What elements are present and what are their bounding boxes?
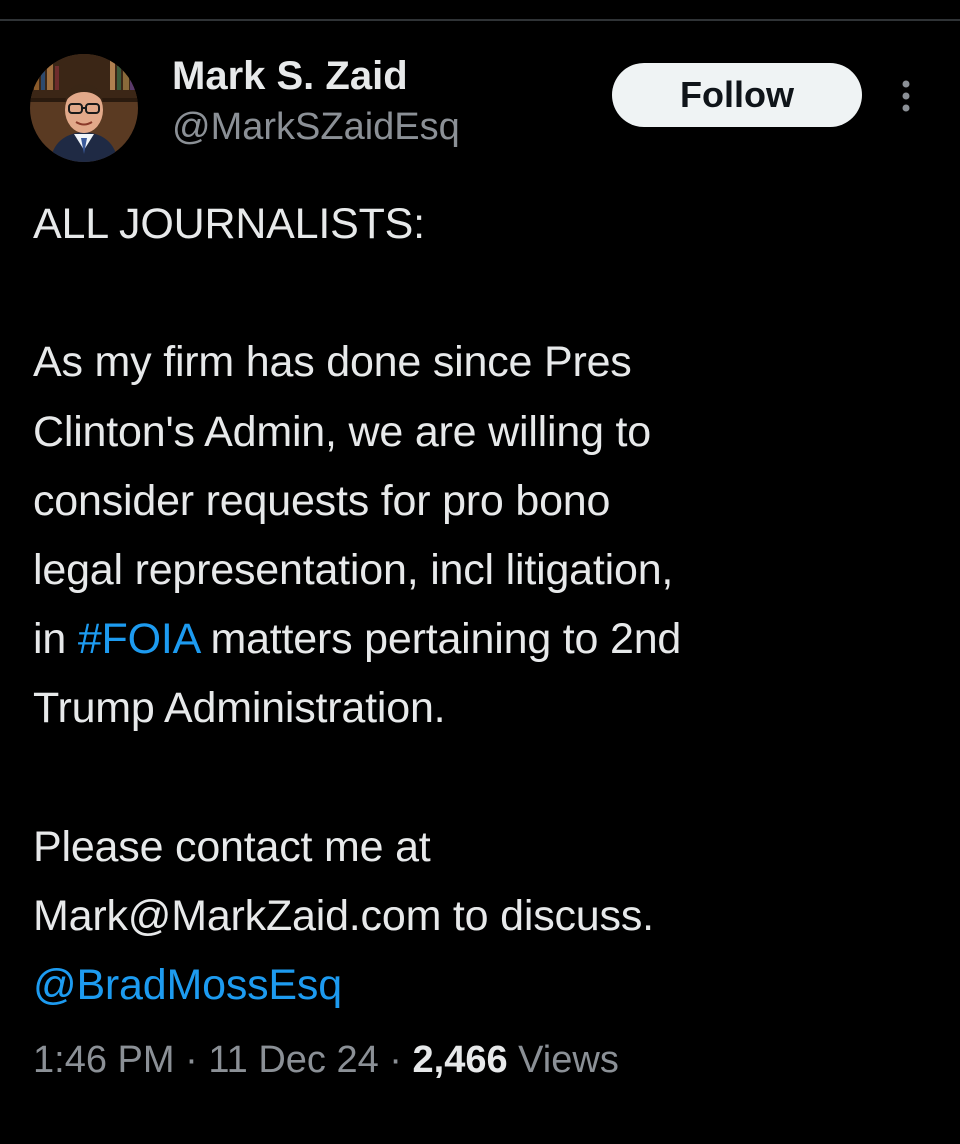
- views-count: 2,466: [412, 1039, 508, 1081]
- tweet-line: Mark@MarkZaid.com to discuss.: [33, 891, 654, 940]
- top-divider: [0, 19, 960, 21]
- views-label: Views: [507, 1039, 619, 1081]
- tweet-line: in #FOIA matters pertaining to 2nd: [33, 605, 938, 674]
- tweet-line: @BradMossEsq: [33, 951, 938, 1020]
- meta-separator: ·: [174, 1039, 209, 1081]
- tweet-text: ALL JOURNALISTS: As my firm has done sin…: [33, 190, 938, 1020]
- tweet-line: consider requests for pro bono: [33, 476, 611, 525]
- tweet-line: legal representation, incl litigation,: [33, 545, 674, 594]
- tweet-line: Trump Administration.: [33, 684, 446, 733]
- tweet-line: Please contact me at: [33, 822, 431, 871]
- author-display-name[interactable]: Mark S. Zaid: [172, 52, 408, 100]
- tweet-text-segment: in: [33, 615, 78, 664]
- follow-button[interactable]: Follow: [612, 63, 862, 127]
- meta-separator: ·: [378, 1039, 413, 1081]
- mention-link[interactable]: @BradMossEsq: [33, 961, 342, 1009]
- tweet-line: As my firm has done since Pres: [33, 338, 632, 387]
- tweet-line: Clinton's Admin, we are willing to: [33, 407, 652, 456]
- avatar[interactable]: [30, 54, 138, 162]
- author-handle[interactable]: @MarkSZaidEsq: [172, 104, 460, 150]
- hashtag-link[interactable]: #FOIA: [78, 615, 199, 663]
- more-vertical-icon[interactable]: [894, 76, 918, 116]
- tweet-meta: 1:46 PM · 11 Dec 24 · 2,466 Views: [33, 1034, 619, 1086]
- tweet-line: ALL JOURNALISTS:: [33, 200, 425, 248]
- tweet-text-segment: matters pertaining to 2nd: [198, 615, 682, 664]
- avatar-image: [30, 54, 138, 162]
- tweet-date[interactable]: 11 Dec 24: [208, 1039, 378, 1081]
- tweet-time[interactable]: 1:46 PM: [33, 1039, 175, 1081]
